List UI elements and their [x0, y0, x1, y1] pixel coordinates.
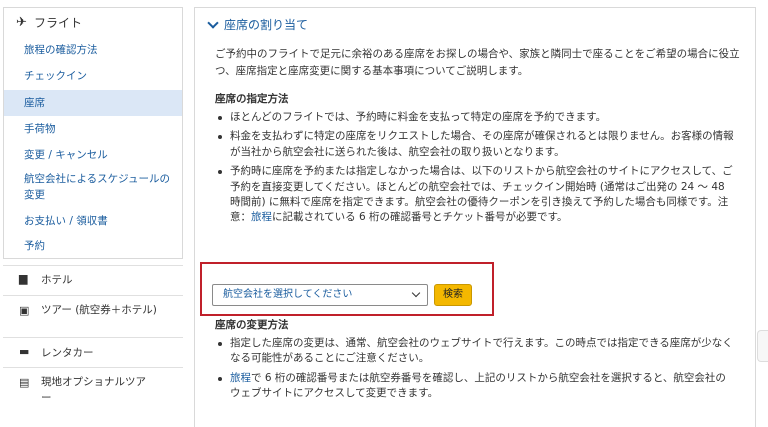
change-list: 指定した座席の変更は、通常、航空会社のウェブサイトで行えます。この時点では指定で… — [215, 336, 735, 402]
list-item: 料金を支払わずに特定の座席をリクエストした場合、その座席が確保されるとは限りませ… — [215, 129, 735, 160]
sidebar-category-hotel[interactable]: ▆ ホテル — [3, 265, 183, 295]
assign-bullet3-tail: に記載されている 6 桁の確認番号とチケット番号が必要です。 — [272, 211, 568, 224]
section-title: 座席の割り当て — [224, 18, 309, 32]
suitcase-icon: ▣ — [19, 304, 30, 317]
list-item: 旅程で 6 桁の確認番号または航空券番号を確認し、上記のリストから航空会社を選択… — [215, 371, 735, 402]
itinerary-link[interactable]: 旅程 — [251, 211, 272, 223]
sidebar-item-schedule-change[interactable]: 航空会社によるスケジュールの変更 — [4, 171, 174, 203]
sidebar-item-itinerary[interactable]: 旅程の確認方法 — [4, 42, 182, 58]
sidebar-item-payment[interactable]: お支払い / 領収書 — [4, 213, 182, 229]
sidebar-category-tour[interactable]: ▣ ツアー (航空券＋ホテル) — [3, 295, 183, 337]
sidebar-item-baggage[interactable]: 手荷物 — [4, 121, 182, 137]
sidebar-item-seats[interactable]: 座席 — [4, 90, 182, 116]
chevron-down-icon — [411, 288, 421, 298]
search-button[interactable]: 検索 — [434, 284, 472, 306]
chevron-down-icon — [207, 16, 219, 29]
intro-text: ご予約中のフライトで足元に余裕のある座席をお探しの場合や、家族と隣同士で座ること… — [215, 48, 740, 77]
main-content: 座席の割り当て ご予約中のフライトで足元に余裕のある座席をお探しの場合や、家族と… — [194, 7, 756, 427]
sidebar-flight-label: フライト — [34, 15, 83, 30]
airline-select-value: 航空会社を選択してください — [223, 289, 353, 300]
sidebar-item-checkin[interactable]: チェックイン — [4, 68, 182, 84]
airplane-icon: ✈ — [16, 14, 27, 30]
sidebar-flight-panel: ✈ フライト 旅程の確認方法 チェックイン 座席 手荷物 変更 / キャンセル … — [3, 7, 183, 259]
list-item: ほとんどのフライトでは、予約時に料金を支払って特定の座席を予約できます。 — [215, 110, 735, 125]
ticket-icon: ▤ — [19, 376, 30, 389]
feedback-tab[interactable] — [757, 330, 768, 362]
change-heading: 座席の変更方法 — [215, 319, 289, 331]
list-item: 予約時に座席を予約または指定しなかった場合は、以下のリストから航空会社のサイトに… — [215, 164, 735, 226]
change-bullet2-text: で 6 桁の確認番号または航空券番号を確認し、上記のリストから航空会社を選択する… — [230, 371, 726, 400]
assign-heading: 座席の指定方法 — [215, 93, 289, 105]
section-header-seat-assignment[interactable]: 座席の割り当て — [207, 16, 309, 33]
airline-select[interactable]: 航空会社を選択してください — [212, 284, 428, 306]
airline-selector-highlight: 航空会社を選択してください 検索 — [200, 262, 494, 316]
list-item: 指定した座席の変更は、通常、航空会社のウェブサイトで行えます。この時点では指定で… — [215, 336, 735, 367]
sidebar-item-booking[interactable]: 予約 — [4, 238, 182, 254]
sidebar-category-activities[interactable]: ▤ 現地オプショナルツアー — [3, 367, 183, 415]
sidebar-flight-header[interactable]: ✈ フライト — [4, 8, 182, 36]
sidebar-category-rental-car[interactable]: ▬ レンタカー — [3, 337, 183, 367]
assign-list: ほとんどのフライトでは、予約時に料金を支払って特定の座席を予約できます。 料金を… — [215, 110, 735, 226]
bed-icon: ▆ — [19, 272, 28, 285]
sidebar-item-change-cancel[interactable]: 変更 / キャンセル — [4, 147, 182, 163]
itinerary-link-2[interactable]: 旅程 — [230, 372, 251, 384]
car-icon: ▬ — [19, 345, 30, 358]
